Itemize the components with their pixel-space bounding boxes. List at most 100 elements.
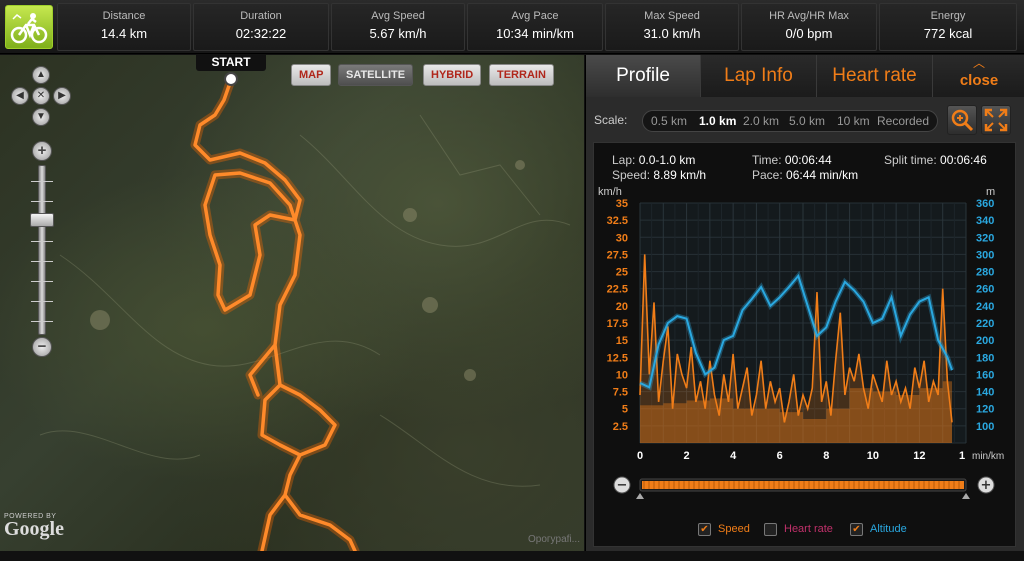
- time-value: 00:06:44: [784, 153, 832, 167]
- x-tick-label: 8: [823, 450, 829, 462]
- pan-center-icon[interactable]: ✕: [32, 87, 50, 105]
- altitude-checkbox[interactable]: ✔: [850, 523, 863, 536]
- right-tick-label: 360: [976, 198, 994, 210]
- zoom-tick: [31, 261, 53, 262]
- activity-logo[interactable]: [5, 5, 53, 49]
- range-slider-selection: [642, 481, 964, 489]
- right-tick-label: 180: [976, 352, 994, 364]
- scale-option-2-0km[interactable]: 2.0 km: [743, 114, 779, 128]
- pace-label: Pace:: [752, 168, 783, 182]
- pan-up-icon[interactable]: ▲: [32, 66, 50, 84]
- pan-left-icon[interactable]: ◀: [11, 87, 29, 105]
- zoom-in-icon[interactable]: +: [32, 141, 52, 161]
- x-tick-label: 6: [777, 450, 783, 462]
- right-tick-label: 160: [976, 369, 994, 381]
- chart-legend: ✔ Speed Heart rate ✔ Altitude: [594, 519, 1017, 543]
- stat-label: Avg Pace: [511, 10, 559, 22]
- pan-down-icon[interactable]: ▼: [32, 108, 50, 126]
- x-tick-label: 1: [959, 450, 965, 462]
- scale-option-1-0km[interactable]: 1.0 km: [699, 114, 736, 128]
- zoom-magnifier-button[interactable]: [947, 105, 977, 135]
- split-label: Split time:: [884, 153, 937, 167]
- right-tick-label: 220: [976, 318, 994, 330]
- x-tick-label: 0: [637, 450, 643, 462]
- tab-profile[interactable]: Profile: [586, 55, 700, 97]
- right-tick-label: 240: [976, 301, 994, 313]
- tab-heart-rate[interactable]: Heart rate: [816, 55, 932, 97]
- route-track: [39, 75, 571, 551]
- profile-chart-box: Lap: 0.0-1.0 km Speed: 8.89 km/h Time: 0…: [593, 142, 1016, 547]
- close-button[interactable]: ︿ close: [932, 55, 1024, 97]
- left-tick-label: 32.5: [607, 215, 628, 227]
- tab-lap-info[interactable]: Lap Info: [700, 55, 816, 97]
- zoom-slider-thumb[interactable]: [30, 213, 54, 227]
- stats-bar: Distance 14.4 km Duration 02:32:22 Avg S…: [0, 0, 1024, 54]
- stat-value: 14.4 km: [100, 26, 148, 41]
- stat-avg-pace: Avg Pace 10:34 min/km: [467, 3, 603, 51]
- magnifier-icon: [951, 109, 974, 132]
- speed-checkbox[interactable]: ✔: [698, 523, 711, 536]
- heart-rate-legend-label: Heart rate: [784, 523, 833, 535]
- stat-value: 772 kcal: [923, 26, 973, 41]
- speed-value: 8.89 km/h: [653, 168, 707, 182]
- start-label: START: [196, 55, 266, 71]
- lap-value: 0.0-1.0 km: [638, 153, 696, 167]
- left-tick-label: 22.5: [607, 284, 628, 296]
- map-type-satellite-button[interactable]: SATELLITE: [338, 64, 414, 86]
- heart-rate-checkbox[interactable]: [764, 523, 777, 536]
- satellite-map[interactable]: START MAP SATELLITE HYBRID TERRAIN ▲ ◀ ✕…: [0, 55, 584, 551]
- profile-chart[interactable]: km/h m3532.53027.52522.52017.51512.5107.5…: [594, 181, 1015, 501]
- zoom-slider-track[interactable]: [38, 165, 46, 335]
- zoom-tick: [31, 241, 53, 242]
- map-type-hybrid-button[interactable]: HYBRID: [423, 64, 482, 86]
- scale-row: Scale: 0.5 km 1.0 km 2.0 km 5.0 km 10 km…: [586, 101, 1024, 139]
- left-tick-label: 35: [616, 198, 628, 210]
- left-tick-label: 5: [622, 404, 628, 416]
- zoom-tick: [31, 321, 53, 322]
- split-value: 00:06:46: [940, 153, 987, 167]
- stat-value: 02:32:22: [235, 26, 287, 41]
- stat-energy: Energy 772 kcal: [879, 3, 1017, 51]
- start-marker[interactable]: [224, 72, 238, 86]
- lap-label: Lap:: [612, 153, 636, 167]
- zoom-tick: [31, 281, 53, 282]
- left-tick-label: 25: [616, 267, 628, 279]
- lap-info: Lap: 0.0-1.0 km: [612, 153, 695, 167]
- range-zoom-out-glyph: −: [617, 478, 628, 493]
- range-handle-right: [962, 493, 970, 499]
- google-logo: Google: [4, 518, 64, 540]
- scale-option-0-5km[interactable]: 0.5 km: [651, 114, 687, 128]
- x-tick-label: 12: [913, 450, 925, 462]
- right-tick-label: 140: [976, 387, 994, 399]
- fullscreen-button[interactable]: [981, 105, 1011, 135]
- scale-option-5-0km[interactable]: 5.0 km: [789, 114, 825, 128]
- left-tick-label: 17.5: [607, 318, 628, 330]
- altitude-legend-label: Altitude: [870, 523, 907, 535]
- pace-value: 06:44 min/km: [786, 168, 859, 182]
- right-tick-label: 200: [976, 335, 994, 347]
- stat-distance: Distance 14.4 km: [57, 3, 191, 51]
- speed-legend-label: Speed: [718, 523, 750, 535]
- stat-duration: Duration 02:32:22: [193, 3, 329, 51]
- scale-option-10km[interactable]: 10 km: [837, 114, 870, 128]
- x-tick-label: 2: [684, 450, 690, 462]
- right-tick-label: 280: [976, 267, 994, 279]
- zoom-out-icon[interactable]: −: [32, 337, 52, 357]
- profile-panel: Profile Lap Info Heart rate ︿ close Scal…: [585, 55, 1024, 551]
- map-type-terrain-button[interactable]: TERRAIN: [489, 64, 554, 86]
- time-label: Time:: [752, 153, 782, 167]
- cyclist-icon: [10, 13, 48, 44]
- zoom-control: + −: [29, 141, 55, 361]
- pan-right-icon[interactable]: ▶: [53, 87, 71, 105]
- x-tick-label: 4: [730, 450, 737, 462]
- left-axis-unit: km/h: [598, 186, 622, 198]
- scale-option-recorded[interactable]: Recorded: [877, 114, 929, 128]
- range-handle-left: [636, 493, 644, 499]
- chevron-up-icon: ︿: [972, 56, 985, 70]
- map-type-map-button[interactable]: MAP: [291, 64, 332, 86]
- pace-info: Pace: 06:44 min/km: [752, 168, 858, 182]
- stat-label: HR Avg/HR Max: [769, 10, 849, 22]
- stat-label: Avg Speed: [371, 10, 425, 22]
- map-copyright: Opoгуpafi...: [527, 534, 580, 545]
- left-tick-label: 27.5: [607, 249, 628, 261]
